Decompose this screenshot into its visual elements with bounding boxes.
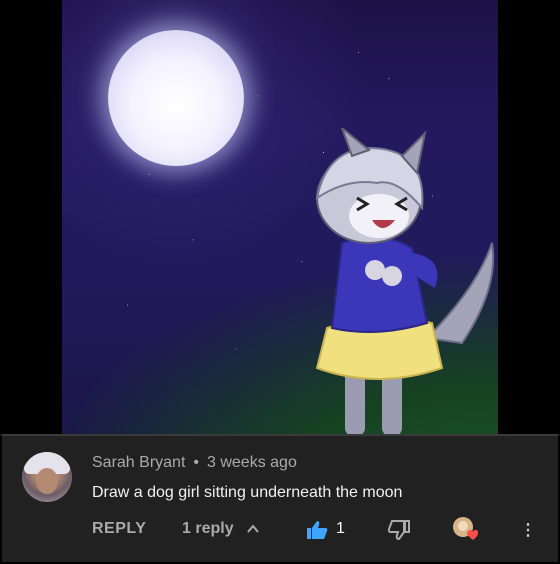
separator-dot: • [193,454,199,471]
comment-header: Sarah Bryant • 3 weeks ago [92,454,297,472]
comment-text: Draw a dog girl sitting underneath the m… [92,484,403,501]
moon [108,30,244,166]
comment-actions: REPLY 1 reply 1 ⋮ [2,517,558,544]
thumbs-up-icon[interactable] [306,520,328,540]
reply-button[interactable]: REPLY [92,520,146,538]
thumbs-down-icon[interactable] [388,520,410,540]
more-vert-icon[interactable]: ⋮ [520,520,536,540]
author-name[interactable]: Sarah Bryant [92,454,185,471]
artwork-image [62,0,498,436]
timestamp[interactable]: 3 weeks ago [207,454,297,471]
chevron-up-icon[interactable] [246,522,260,536]
view-replies-button[interactable]: 1 reply [182,520,234,538]
comment-card: Sarah Bryant • 3 weeks ago Draw a dog girl… [0,434,560,564]
dog-girl-character [315,128,495,436]
like-count: 1 [336,520,345,537]
creator-heart-icon[interactable] [452,516,478,542]
avatar[interactable] [22,452,72,502]
